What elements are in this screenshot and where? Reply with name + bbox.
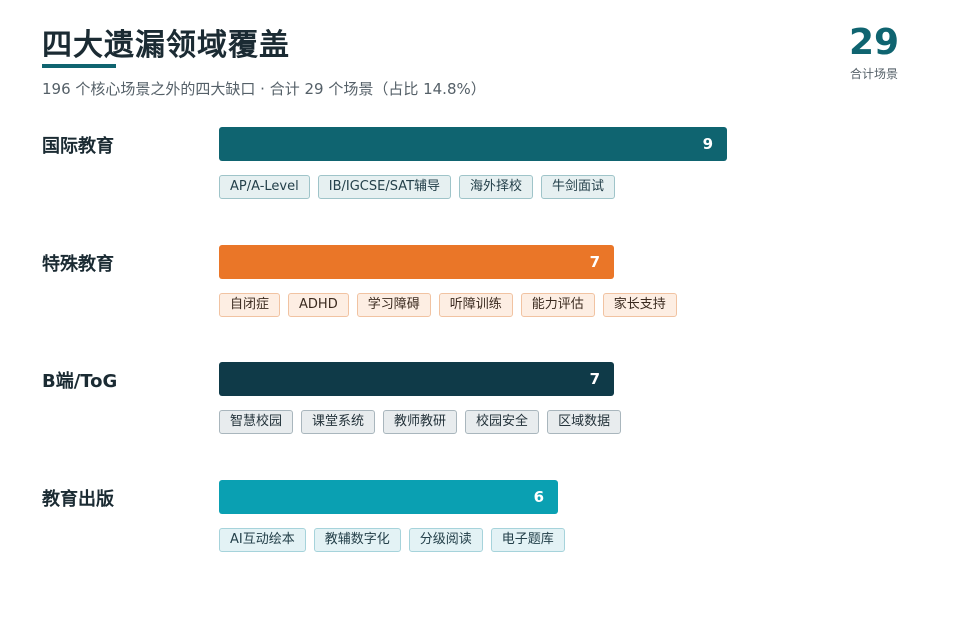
page-subtitle: 196 个核心场景之外的四大缺口 · 合计 29 个场景（占比 14.8%） — [42, 80, 486, 98]
bar: 7 — [219, 362, 614, 396]
scenario-tag: 学习障碍 — [356, 293, 431, 317]
scenario-tag: 牛剑面试 — [541, 175, 616, 199]
category-label: 国际教育 — [42, 136, 114, 157]
total-number: 29 — [848, 22, 900, 63]
bar: 7 — [219, 245, 614, 279]
chart-group: 教育出版 6 AI互动绘本 教辅数字化 分级阅读 电子题库 — [42, 480, 922, 580]
bar-value-label: 9 — [702, 135, 713, 153]
scenario-tag: 分级阅读 — [408, 528, 483, 552]
tag-list: AP/A-Level IB/IGCSE/SAT辅导 海外择校 牛剑面试 — [219, 175, 616, 199]
scenario-tag: 能力评估 — [520, 293, 595, 317]
scenario-tag: 校园安全 — [465, 410, 540, 434]
tag-list: 智慧校园 课堂系统 教师教研 校园安全 区域数据 — [219, 410, 622, 434]
bar-value-label: 6 — [533, 488, 544, 506]
category-label: B端/ToG — [42, 371, 118, 392]
chart-group: 国际教育 9 AP/A-Level IB/IGCSE/SAT辅导 海外择校 牛剑面试 — [42, 127, 922, 227]
total-summary: 29 合计场景 — [834, 22, 914, 82]
scenario-tag: AP/A-Level — [219, 175, 310, 199]
scenario-tag: 区域数据 — [547, 410, 622, 434]
scenario-tag: IB/IGCSE/SAT辅导 — [317, 175, 452, 199]
total-label: 合计场景 — [849, 67, 898, 81]
scenario-tag: 电子题库 — [490, 528, 565, 552]
category-label: 特殊教育 — [42, 254, 114, 275]
scenario-tag: 教辅数字化 — [313, 528, 401, 552]
scenario-tag: 教师教研 — [383, 410, 458, 434]
bar-value-label: 7 — [589, 370, 600, 388]
tag-list: AI互动绘本 教辅数字化 分级阅读 电子题库 — [219, 528, 565, 552]
chart-group: B端/ToG 7 智慧校园 课堂系统 教师教研 校园安全 区域数据 — [42, 362, 922, 462]
bar: 9 — [219, 127, 727, 161]
category-label: 教育出版 — [42, 489, 114, 510]
scenario-tag: 课堂系统 — [301, 410, 376, 434]
bar: 6 — [219, 480, 558, 514]
scenario-tag: 自闭症 — [219, 293, 281, 317]
scenario-tag: 海外择校 — [459, 175, 534, 199]
chart-group: 特殊教育 7 自闭症 ADHD 学习障碍 听障训练 能力评估 家长支持 — [42, 245, 922, 345]
title-underline — [42, 64, 116, 68]
tag-list: 自闭症 ADHD 学习障碍 听障训练 能力评估 家长支持 — [219, 293, 677, 317]
scenario-tag: 智慧校园 — [219, 410, 294, 434]
scenario-tag: 听障训练 — [438, 293, 513, 317]
bar-value-label: 7 — [589, 253, 600, 271]
scenario-tag: ADHD — [288, 293, 349, 317]
page-title: 四大遗漏领域覆盖 — [42, 28, 290, 63]
scenario-tag: 家长支持 — [602, 293, 677, 317]
scenario-tag: AI互动绘本 — [219, 528, 306, 552]
